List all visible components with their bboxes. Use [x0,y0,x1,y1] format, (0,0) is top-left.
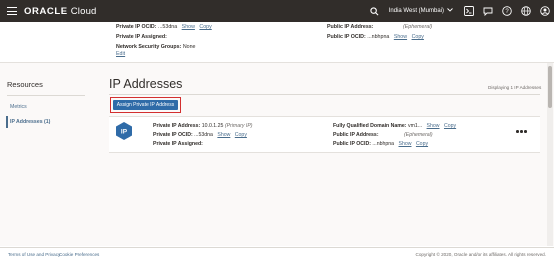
row-private-ip-value: 10.0.1.25 [201,123,224,129]
user-profile-icon[interactable] [540,6,550,16]
show-link[interactable]: Show [399,141,412,147]
region-selector[interactable]: India West (Mumbai) [389,8,453,14]
show-link[interactable]: Show [217,132,230,138]
oracle-cloud-logo[interactable]: ORACLE Cloud [24,6,97,17]
row-private-ocid-value: ...53dna [194,132,213,138]
announcements-icon[interactable] [483,6,493,16]
row-fqdn-value: vm1... [407,123,423,129]
copy-link[interactable]: Copy [199,24,211,30]
ip-address-icon: IP [114,121,134,141]
row-public-ocid: Public IP OCID: ...nbhpna Show Copy [333,141,429,147]
divider [7,95,85,96]
copy-link[interactable]: Copy [416,141,428,147]
show-link[interactable]: Show [182,24,195,30]
scrollbar-thumb[interactable] [548,66,552,108]
language-globe-icon[interactable] [521,6,531,16]
upper-public-ip: Public IP Address: (Ephemeral) [327,24,433,30]
row-private-ocid: Private IP OCID: ...53dna Show Copy [153,132,247,138]
page-content [0,63,554,246]
page-title: IP Addresses [109,77,183,91]
upper-nsg: Network Security Groups: None [116,44,196,50]
row-public-ip: Public IP Address: (Ephemeral) [333,132,433,138]
cloud-shell-icon[interactable] [464,6,474,16]
primary-ip-tag: (Primary IP) [224,123,253,129]
copy-link[interactable]: Copy [444,123,456,129]
search-icon[interactable] [370,6,380,16]
logo-product: Cloud [70,5,97,17]
row-public-ocid-value: ...nbhpna [372,141,395,147]
row-fqdn: Fully Qualified Domain Name: vm1... Show… [333,123,457,129]
copy-link[interactable]: Copy [235,132,247,138]
divider [109,94,540,95]
upper-public-ip-value: (Ephemeral) [403,24,433,30]
copyright-text: Copyright © 2020, Oracle and/or its affi… [415,252,546,257]
top-navigation-bar: ORACLE Cloud India West (Mumbai) ? [0,0,554,22]
upper-public-ocid: Public IP OCID: ...nbhpna Show Copy [327,34,424,40]
logo-brand: ORACLE [24,5,68,17]
terms-link[interactable]: Terms of Use and Privacy [8,252,60,257]
nsg-value: None [182,44,196,50]
upper-public-ocid-value: ...nbhpna [367,34,390,40]
actions-menu-icon[interactable] [516,130,527,133]
vnic-details-panel [0,22,554,62]
assign-private-ip-button[interactable]: Assign Private IP Address [113,100,178,110]
show-link[interactable]: Show [394,34,407,40]
copy-link[interactable]: Copy [412,34,424,40]
svg-text:?: ? [505,9,509,15]
ip-icon-text: IP [121,129,128,136]
row-public-ip-value: (Ephemeral) [404,132,433,138]
cookie-preferences-link[interactable]: Cookie Preferences [59,252,99,257]
help-icon[interactable]: ? [502,6,512,16]
active-indicator [6,116,8,128]
menu-icon[interactable] [7,7,17,15]
upper-private-ocid-value: ...53dna [158,24,178,30]
upper-private-assigned: Private IP Assigned: [116,34,167,40]
sidebar-item-metrics[interactable]: Metrics [10,104,27,110]
sidebar-item-ip-addresses[interactable]: IP Addresses (1) [10,119,50,125]
result-count: Displaying 1 IP Addresses [488,85,542,90]
row-private-assigned: Private IP Assigned: [153,141,203,147]
chevron-down-icon [447,8,453,14]
region-label: India West (Mumbai) [388,8,444,14]
edit-link[interactable]: Edit [116,51,125,57]
upper-private-ocid: Private IP OCID: ...53dna Show Copy [116,24,212,30]
footer: Terms of Use and Privacy Cookie Preferen… [0,247,554,260]
upper-edit-link[interactable]: Edit [116,51,125,57]
row-private-ip: Private IP Address: 10.0.1.25 (Primary I… [153,123,253,129]
resources-heading: Resources [7,80,43,89]
show-link[interactable]: Show [427,123,440,129]
